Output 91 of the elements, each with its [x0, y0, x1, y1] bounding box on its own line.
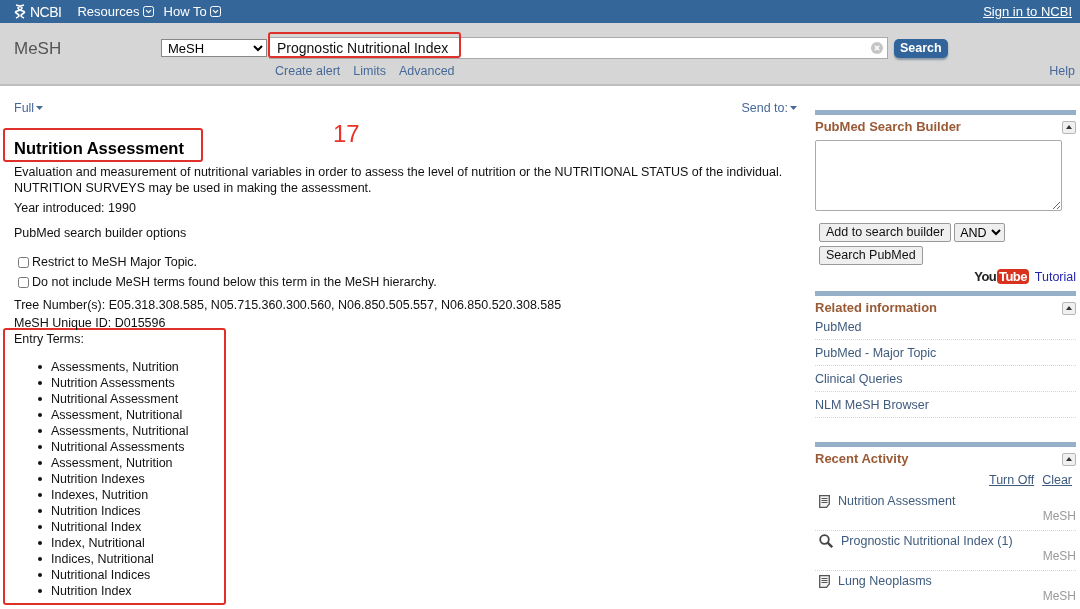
up-triangle-icon: [1066, 457, 1072, 461]
tutorial-link[interactable]: Tutorial: [1034, 269, 1076, 285]
option-checkbox[interactable]: [18, 256, 29, 268]
operator-select[interactable]: AND: [954, 223, 1006, 242]
bullet-icon: [38, 525, 42, 529]
search-icon: [819, 534, 833, 548]
entry-term: Assessments, Nutrition: [51, 359, 179, 375]
bullet-icon: [38, 429, 42, 433]
collapse-button[interactable]: [1062, 452, 1076, 466]
nav-menu[interactable]: Resources: [77, 3, 154, 20]
search-field[interactable]: Prognostic Nutritional Index: [269, 37, 888, 59]
bullet-icon: [38, 541, 42, 545]
site-logo[interactable]: NCBI: [14, 3, 62, 20]
bullet-icon: [38, 509, 42, 513]
entry-term: Indices, Nutritional: [51, 551, 154, 567]
bullet-icon: [38, 413, 42, 417]
database-name: MeSH: [1042, 509, 1076, 523]
option-label: Restrict to MeSH Major Topic.: [32, 254, 198, 270]
bullet-icon: [38, 557, 42, 561]
add-to-builder-button[interactable]: Add to search builder: [819, 223, 952, 242]
activity-link[interactable]: Nutrition Assessment: [838, 493, 956, 509]
related-link[interactable]: Clinical Queries: [815, 370, 903, 387]
database-name: MeSH: [1042, 549, 1076, 563]
sign-in-link[interactable]: Sign in to NCBI: [983, 3, 1072, 20]
chevron-icon: [142, 6, 154, 17]
collapse-button[interactable]: [1062, 301, 1076, 315]
database-select[interactable]: MeSH: [161, 39, 267, 57]
caret-icon: [790, 106, 797, 110]
unique-id: MeSH Unique ID: D015596: [14, 315, 167, 331]
entry-term: Nutrition Indexes: [51, 471, 145, 487]
entry-term: Assessment, Nutrition: [51, 455, 173, 471]
bullet-icon: [38, 397, 42, 401]
related-link[interactable]: PubMed: [815, 318, 862, 335]
search-pubmed-button[interactable]: Search PubMed: [819, 246, 923, 265]
send-to-menu[interactable]: Send to:: [741, 100, 797, 116]
entry-term: Index, Nutritional: [51, 535, 145, 551]
video-logo: You Tube: [974, 269, 1029, 285]
option-label: Do not include MeSH terms found below this term in the MeSH hierarchy.: [32, 274, 437, 290]
database-name: MeSH: [1042, 589, 1076, 603]
entry-term: Indexes, Nutrition: [51, 487, 149, 503]
help-link[interactable]: Help: [1049, 63, 1075, 79]
record-title: Nutrition Assessment: [14, 138, 184, 158]
up-triangle-icon: [1066, 306, 1072, 310]
section-title: Related information: [815, 300, 938, 316]
activity-action-link[interactable]: Turn Off: [988, 472, 1035, 488]
record-description: Evaluation and measurement of nutritional variables in order to assess the level of nutrition or the NUTRITIONAL STATUS of the individual. NUTRITION SURVEYS may be used in making the assessment.: [14, 164, 784, 196]
entry-term: Nutritional Assessments: [51, 439, 185, 455]
search-option-link[interactable]: Advanced: [398, 63, 455, 79]
entry-term: Assessments, Nutritional: [51, 423, 189, 439]
format-menu[interactable]: Full: [14, 100, 44, 116]
bullet-icon: [38, 477, 42, 481]
bullet-icon: [38, 573, 42, 577]
helix-icon: [14, 4, 26, 19]
related-link[interactable]: NLM MeSH Browser: [815, 396, 929, 413]
bullet-icon: [38, 461, 42, 465]
year-introduced: Year introduced: 1990: [14, 200, 137, 216]
search-builder-field[interactable]: [815, 140, 1062, 211]
entry-term: Nutrition Index: [51, 583, 132, 599]
collapse-button[interactable]: [1062, 120, 1076, 134]
related-link[interactable]: PubMed - Major Topic: [815, 344, 937, 361]
section-title: PubMed Search Builder: [815, 119, 961, 135]
bullet-icon: [38, 365, 42, 369]
options-heading: PubMed search builder options: [14, 225, 188, 241]
document-icon: [819, 574, 830, 588]
nav-menu[interactable]: How To: [163, 3, 221, 20]
entry-term: Nutritional Assessment: [51, 391, 179, 407]
option-checkbox[interactable]: [18, 276, 29, 288]
database-label: MeSH: [14, 38, 63, 60]
bullet-icon: [38, 381, 42, 385]
entry-term: Nutrition Indices: [51, 503, 141, 519]
tree-numbers: Tree Number(s): E05.318.308.585, N05.715.360.300.560, N06.850.505.557, N06.850.520.308.585: [14, 297, 563, 313]
annotation-number: 17: [333, 120, 360, 148]
bullet-icon: [38, 445, 42, 449]
up-triangle-icon: [1066, 125, 1072, 129]
caret-icon: [36, 106, 44, 110]
entry-terms-label: Entry Terms:: [14, 331, 85, 347]
activity-action-link[interactable]: Clear: [1042, 472, 1072, 488]
chevron-icon: [209, 6, 221, 17]
entry-term: Assessment, Nutritional: [51, 407, 183, 423]
document-icon: [819, 494, 830, 508]
activity-link[interactable]: Lung Neoplasms: [838, 573, 932, 589]
search-option-link[interactable]: Create alert: [275, 63, 341, 79]
entry-term: Nutritional Index: [51, 519, 142, 535]
search-button[interactable]: Search: [894, 38, 948, 58]
bullet-icon: [38, 589, 42, 593]
activity-link[interactable]: Prognostic Nutritional Index (1): [841, 533, 1013, 549]
section-title: Recent Activity: [815, 451, 909, 467]
entry-term: Nutritional Indices: [51, 567, 151, 583]
entry-term: Nutrition Assessments: [51, 375, 175, 391]
search-option-link[interactable]: Limits: [353, 63, 386, 79]
bullet-icon: [38, 493, 42, 497]
